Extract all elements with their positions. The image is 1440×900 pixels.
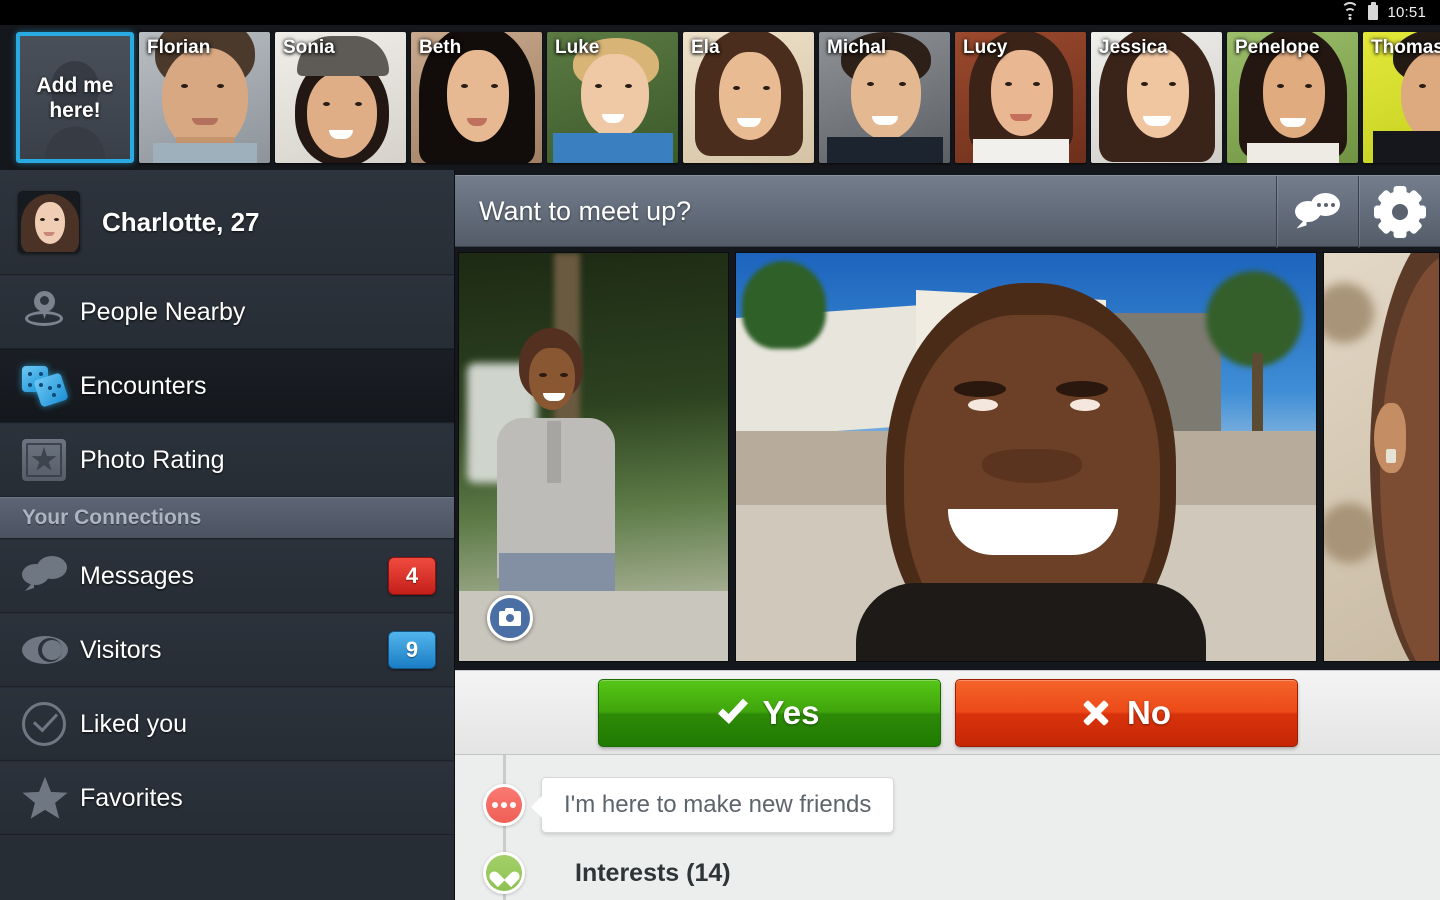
chat-bubbles-icon <box>22 556 80 596</box>
photo-gallery[interactable] <box>455 252 1440 662</box>
sidebar-item-liked-you[interactable]: Liked you <box>0 687 454 761</box>
person-name: Sonia <box>283 37 335 58</box>
location-pin-icon <box>22 291 80 333</box>
person-tile-ela[interactable]: Ela <box>683 32 814 163</box>
timeline-row-interests[interactable]: Interests (14) <box>455 852 731 894</box>
eye-icon <box>22 630 80 670</box>
main-header: Want to meet up? <box>455 175 1440 248</box>
person-tile-luke[interactable]: Luke <box>547 32 678 163</box>
app-root: 10:51 Add me here! Florian Sonia Beth Lu… <box>0 0 1440 900</box>
person-name: Lucy <box>963 37 1008 58</box>
sidebar-item-messages[interactable]: Messages 4 <box>0 539 454 613</box>
chat-bubbles-icon <box>1294 192 1341 231</box>
sidebar-item-label: Liked you <box>80 709 188 738</box>
person-name: Michal <box>827 37 887 58</box>
profile-name-age: Charlotte, 27 <box>102 206 260 237</box>
person-name: Thomas <box>1371 37 1440 58</box>
sidebar-item-photo-rating[interactable]: Photo Rating <box>0 423 454 497</box>
add-me-line1: Add me <box>36 73 114 97</box>
no-button[interactable]: No <box>954 678 1298 747</box>
person-tile-jessica[interactable]: Jessica <box>1091 32 1222 163</box>
timeline-row-status[interactable]: I'm here to make new friends <box>455 777 895 833</box>
yes-label: Yes <box>762 693 820 731</box>
interests-label: Interests (14) <box>575 858 731 887</box>
profile-photo-3[interactable] <box>1322 252 1440 662</box>
check-circle-icon <box>22 702 80 746</box>
sidebar-item-label: Visitors <box>80 635 162 664</box>
sidebar-profile[interactable]: Charlotte, 27 <box>0 170 454 275</box>
heart-icon <box>483 852 525 894</box>
sidebar-item-label: Photo Rating <box>80 445 225 474</box>
status-badge: 4 <box>388 557 436 595</box>
cross-icon <box>1081 698 1111 728</box>
person-tile-michal[interactable]: Michal <box>819 32 950 163</box>
profile-timeline: I'm here to make new friends Interests (… <box>455 755 1440 900</box>
wifi-icon <box>1341 1 1360 20</box>
page-title: Want to meet up? <box>479 196 692 226</box>
status-bar: 10:51 <box>0 0 1440 25</box>
gear-icon <box>1373 185 1426 238</box>
person-tile-lucy[interactable]: Lucy <box>955 32 1086 163</box>
sidebar-item-label: People Nearby <box>80 297 246 326</box>
person-name: Luke <box>555 37 600 58</box>
person-name: Beth <box>419 37 462 58</box>
star-icon <box>22 776 80 820</box>
sidebar-item-visitors[interactable]: Visitors 9 <box>0 613 454 687</box>
person-name: Penelope <box>1235 37 1320 58</box>
main-panel: Want to meet up? Yes No I'm here to make… <box>455 170 1440 900</box>
avatar <box>18 191 80 253</box>
no-label: No <box>1127 693 1171 731</box>
sidebar: Charlotte, 27 People Nearby Encounters P… <box>0 170 455 900</box>
sidebar-item-encounters[interactable]: Encounters <box>0 349 454 423</box>
sidebar-item-label: Encounters <box>80 371 207 400</box>
dice-icon <box>22 365 80 408</box>
sidebar-item-label: Favorites <box>80 783 183 812</box>
check-icon <box>717 692 748 724</box>
yes-no-bar: Yes No <box>455 670 1440 755</box>
yes-button[interactable]: Yes <box>597 678 941 747</box>
person-tile-florian[interactable]: Florian <box>139 32 270 163</box>
people-strip[interactable]: Add me here! Florian Sonia Beth Luke Ela… <box>0 25 1440 170</box>
person-tile-penelope[interactable]: Penelope <box>1227 32 1358 163</box>
status-clock: 10:51 <box>1387 4 1426 21</box>
sidebar-item-favorites[interactable]: Favorites <box>0 761 454 835</box>
profile-photo-2[interactable] <box>734 252 1317 662</box>
person-name: Ela <box>691 37 720 58</box>
status-badge: 9 <box>388 631 436 669</box>
dots-icon <box>483 784 525 826</box>
camera-icon[interactable] <box>487 595 533 641</box>
person-name: Florian <box>147 37 211 58</box>
sidebar-section-header: Your Connections <box>0 497 454 539</box>
add-me-line2: here! <box>49 98 101 122</box>
person-tile-beth[interactable]: Beth <box>411 32 542 163</box>
sidebar-item-label: Messages <box>80 561 194 590</box>
settings-button[interactable] <box>1358 175 1440 248</box>
status-bubble: I'm here to make new friends <box>530 777 895 833</box>
sidebar-item-people-nearby[interactable]: People Nearby <box>0 275 454 349</box>
person-tile-thomas[interactable]: Thomas <box>1363 32 1440 163</box>
person-tile-sonia[interactable]: Sonia <box>275 32 406 163</box>
profile-photo-1[interactable] <box>458 252 729 662</box>
add-me-here-tile[interactable]: Add me here! <box>16 32 134 163</box>
person-name: Jessica <box>1099 37 1168 58</box>
battery-icon <box>1368 2 1379 20</box>
star-frame-icon <box>22 439 80 481</box>
chat-button[interactable] <box>1276 175 1358 248</box>
